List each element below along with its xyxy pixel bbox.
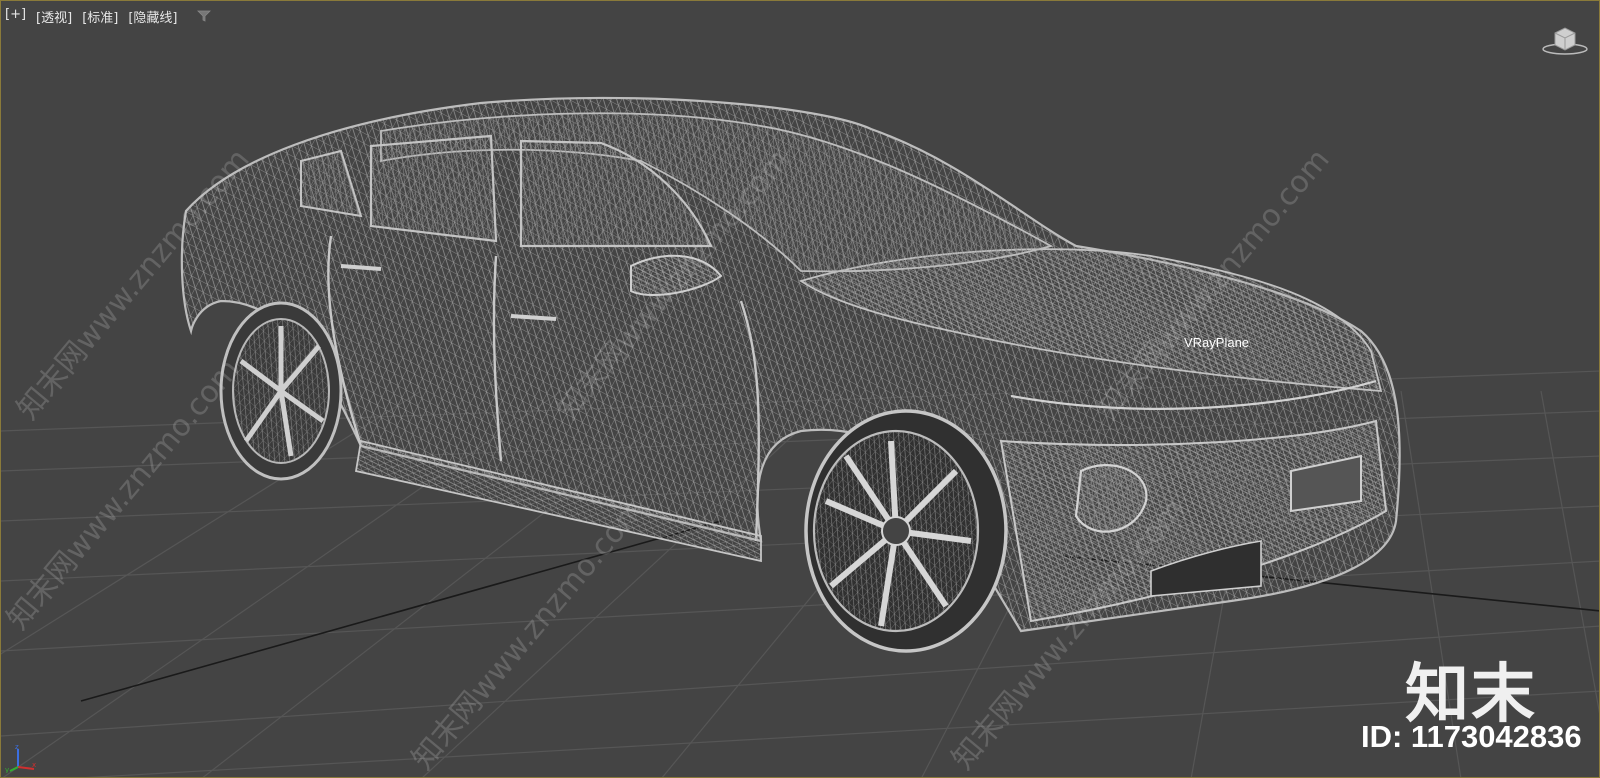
viewport-style-menu[interactable]: [隐藏线]	[127, 7, 178, 26]
filter-icon[interactable]	[197, 10, 211, 22]
viewport-plus-menu[interactable]: [+]	[4, 7, 27, 26]
viewport-shading-menu[interactable]: [标准]	[81, 7, 119, 26]
viewport[interactable]: 知末网www.znzmo.com 知末网www.znzmo.com 知末网www…	[0, 0, 1600, 778]
svg-text:x: x	[32, 761, 36, 769]
car-wireframe	[180, 96, 1401, 633]
scene-canvas[interactable]	[1, 1, 1600, 778]
view-cube-icon[interactable]	[1541, 25, 1589, 57]
object-label: VRayPlane	[1184, 335, 1250, 350]
axis-gizmo-icon: z y x	[5, 743, 36, 773]
svg-text:z: z	[15, 743, 19, 751]
svg-text:y: y	[5, 766, 9, 773]
rear-wheel	[219, 301, 343, 481]
watermark-id: ID: 1173042836	[1361, 719, 1582, 754]
viewport-view-menu[interactable]: [透视]	[35, 7, 73, 26]
viewport-label-menu: [+] [透视] [标准] [隐藏线]	[4, 7, 179, 26]
front-wheel	[804, 409, 1008, 653]
